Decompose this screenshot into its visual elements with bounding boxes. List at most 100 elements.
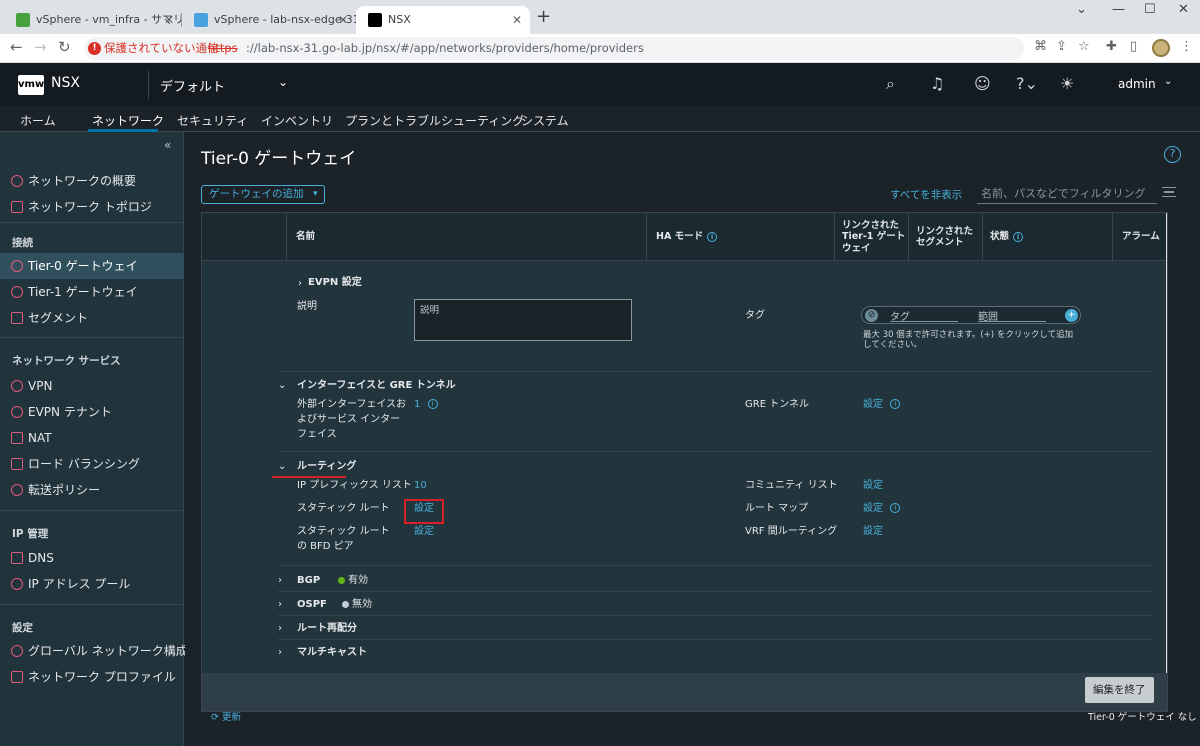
browser-tab-vm-infra[interactable]: vSphere - vm_infra - サマリ ✕ [4, 6, 182, 34]
search-icon[interactable]: ⌕ [886, 74, 895, 94]
menu-kebab-icon[interactable]: ⋮ [1180, 39, 1193, 54]
chevron-right-icon[interactable]: › [278, 623, 282, 634]
load-balancer-icon [11, 458, 23, 470]
bfd-peer-label: スタティック ルートの BFD ピア [297, 526, 390, 552]
route-redistribution-section[interactable]: ルート再配分 [297, 621, 357, 636]
chevron-right-icon[interactable]: › [278, 575, 282, 586]
add-tag-icon[interactable]: + [1065, 309, 1078, 322]
filter-input[interactable]: 名前、パスなどでフィルタリング [977, 184, 1157, 204]
chevron-down-icon[interactable]: ⌄ [278, 75, 288, 89]
back-icon[interactable]: ← [10, 38, 23, 56]
sidebar-item-nat[interactable]: NAT [0, 425, 184, 451]
hide-all-link[interactable]: すべてを非表示 [890, 187, 962, 202]
tab-security[interactable]: セキュリティ [177, 112, 248, 129]
sidebar-item-segment[interactable]: セグメント [0, 305, 184, 331]
finish-editing-button[interactable]: 編集を終了 [1085, 677, 1154, 703]
tab-home[interactable]: ホーム [20, 112, 56, 129]
tab-networking[interactable]: ネットワーク [92, 112, 164, 129]
chevron-right-icon[interactable]: › [278, 599, 282, 610]
translate-icon[interactable]: ⌘ [1034, 39, 1047, 54]
forward-icon[interactable]: → [34, 38, 47, 56]
chevron-right-icon[interactable]: › [298, 278, 302, 289]
column-ha-mode[interactable]: HA モード i [656, 213, 718, 261]
side-panel-icon[interactable]: ▯ [1130, 39, 1137, 54]
notification-bell-icon[interactable]: ♫ [930, 74, 944, 93]
column-alarm[interactable]: アラーム [1122, 213, 1160, 261]
sidebar-item-network-topology[interactable]: ネットワーク トポロジ [0, 194, 184, 220]
community-list-set-link[interactable]: 設定 [863, 478, 883, 493]
profile-avatar[interactable] [1152, 39, 1170, 57]
external-interfaces-count[interactable]: 1 i [414, 397, 438, 412]
evpn-settings-section[interactable]: EVPN 設定 [308, 275, 362, 290]
gre-tunnel-set-link[interactable]: 設定 i [863, 397, 901, 412]
user-menu[interactable]: admin [1118, 77, 1156, 91]
sidebar-heading-connection: 接続 [12, 237, 33, 249]
close-window-icon[interactable]: ✕ [1178, 2, 1189, 17]
sidebar-item-forwarding-policy[interactable]: 転送ポリシー [0, 477, 184, 503]
chevron-down-icon[interactable]: ⌄ [1076, 2, 1087, 17]
tag-input[interactable]: タグ [890, 308, 958, 323]
static-route-annotation-box [404, 499, 444, 524]
column-linked-tier1[interactable]: リンクされた Tier-1 ゲートウェイ [842, 213, 906, 261]
chevron-down-icon[interactable]: ⌄ [278, 380, 286, 391]
ospf-section[interactable]: OSPF [297, 597, 327, 612]
info-icon[interactable]: i [427, 399, 438, 409]
bookmark-star-icon[interactable]: ☆ [1078, 39, 1090, 54]
sidebar-item-global-network-config[interactable]: グローバル ネットワーク構成 [0, 638, 188, 664]
scope-input[interactable]: 範囲 [978, 308, 1046, 323]
bgp-section[interactable]: BGP [297, 573, 320, 588]
sidebar-item-dns[interactable]: DNS [0, 545, 184, 571]
share-icon[interactable]: ⇪ [1056, 39, 1067, 54]
vrf-routing-set-link[interactable]: 設定 [863, 524, 883, 539]
ip-prefix-list-count[interactable]: 10 [414, 478, 427, 493]
add-gateway-button[interactable]: ゲートウェイの追加 ▾ [201, 185, 325, 204]
reload-icon[interactable]: ↻ [58, 38, 71, 56]
browser-tab-edge[interactable]: vSphere - lab-nsx-edge-31 - サマ ✕ [182, 6, 356, 34]
sidebar-item-tier0-gateway[interactable]: Tier-0 ゲートウェイ [0, 253, 184, 279]
sidebar-item-ip-address-pool[interactable]: IP アドレス プール [0, 571, 184, 597]
routing-section[interactable]: ルーティング [297, 459, 356, 474]
filter-icon[interactable] [1162, 187, 1176, 197]
browser-tab-nsx[interactable]: NSX ✕ [356, 6, 530, 34]
sidebar-item-network-overview[interactable]: ネットワークの概要 [0, 168, 184, 194]
interfaces-gre-section[interactable]: インターフェイスと GRE トンネル [297, 378, 456, 393]
project-selector[interactable]: デフォルト [160, 76, 225, 95]
theme-sun-icon[interactable]: ☀ [1060, 74, 1074, 93]
info-icon[interactable]: i [890, 503, 901, 513]
sidebar-item-network-profile[interactable]: ネットワーク プロファイル [0, 664, 184, 690]
multicast-section[interactable]: マルチキャスト [297, 645, 367, 660]
info-icon[interactable]: i [1013, 232, 1024, 242]
sidebar-item-tier1-gateway[interactable]: Tier-1 ゲートウェイ [0, 279, 184, 305]
chevron-down-icon[interactable]: ⌄ [278, 461, 286, 472]
refresh-button[interactable]: ⟳ 更新 [211, 709, 241, 723]
route-map-set-link[interactable]: 設定 i [863, 501, 901, 516]
tab-inventory[interactable]: インベントリ [261, 112, 333, 129]
info-icon[interactable]: i [890, 399, 901, 409]
sidebar-item-vpn[interactable]: VPN [0, 373, 184, 399]
maximize-icon[interactable]: ☐ [1144, 2, 1156, 17]
close-tab-icon[interactable]: ✕ [164, 6, 174, 34]
column-name[interactable]: 名前 [296, 213, 315, 261]
close-tab-icon[interactable]: ✕ [338, 6, 348, 34]
minimize-icon[interactable]: — [1112, 2, 1125, 17]
bfd-peer-set-link[interactable]: 設定 [414, 524, 434, 539]
sidebar-item-evpn-tenant[interactable]: EVPN テナント [0, 399, 184, 425]
sidebar-item-load-balancing[interactable]: ロード バランシング [0, 451, 184, 477]
help-icon[interactable]: ? [1164, 146, 1181, 163]
feedback-smiley-icon[interactable]: ☺ [974, 74, 991, 93]
collapse-sidebar-icon[interactable]: « [164, 138, 171, 152]
extensions-icon[interactable]: ✚ [1106, 39, 1117, 54]
help-icon[interactable]: ?⌄ [1016, 74, 1038, 93]
column-status[interactable]: 状態 i [990, 213, 1024, 261]
info-icon[interactable]: i [707, 232, 718, 242]
address-bar[interactable]: ! 保護されていない通信 | https ://lab-nsx-31.go-la… [84, 37, 1024, 60]
description-textarea[interactable]: 説明 [414, 299, 632, 341]
tab-plan-troubleshoot[interactable]: プランとトラブルシューティング [345, 112, 524, 129]
chevron-right-icon[interactable]: › [278, 647, 282, 658]
tab-system[interactable]: システム [521, 112, 569, 129]
new-tab-icon[interactable]: + [536, 6, 551, 27]
column-linked-segment[interactable]: リンクされた セグメント [916, 213, 978, 261]
chevron-down-icon[interactable]: ⌄ [1164, 76, 1172, 87]
datagrid-scrollbar[interactable] [1166, 213, 1167, 673]
close-tab-icon[interactable]: ✕ [512, 6, 522, 34]
